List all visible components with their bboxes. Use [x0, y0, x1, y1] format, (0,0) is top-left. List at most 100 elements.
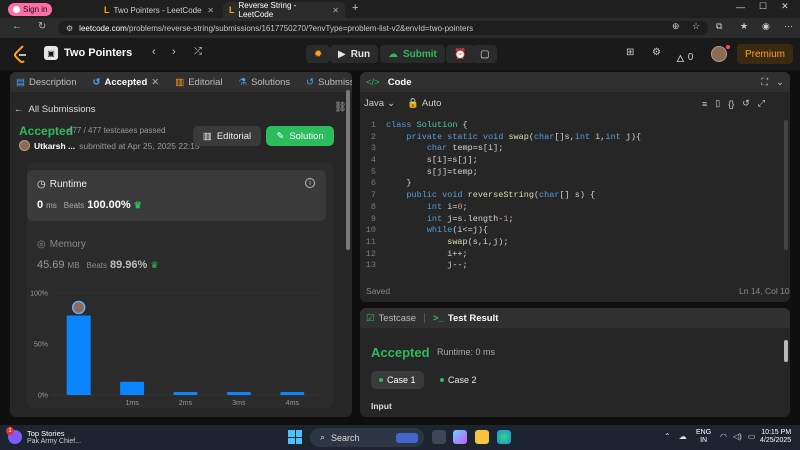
sign-in-button[interactable]: Sign in — [8, 3, 53, 16]
task-view-icon[interactable] — [432, 430, 446, 444]
author-avatar[interactable] — [19, 140, 30, 151]
close-window-icon[interactable]: ✕ — [781, 1, 789, 12]
user-avatar[interactable] — [711, 46, 727, 62]
editor-scrollbar[interactable] — [784, 120, 788, 250]
zoom-icon[interactable]: ⊕ — [672, 21, 680, 32]
layout-grid-icon[interactable]: ⊞ — [626, 47, 634, 58]
tab-testcase[interactable]: ☑ Testcase — [366, 313, 416, 324]
code-line[interactable]: 1 class Solution { — [362, 120, 766, 132]
line-number: 8 — [370, 201, 376, 212]
problem-list-title[interactable]: Two Pointers — [64, 47, 132, 59]
share-link-icon[interactable]: ⛓ — [334, 102, 347, 113]
run-button[interactable]: ▶ Run — [330, 45, 379, 63]
next-problem-icon[interactable]: › — [172, 46, 176, 58]
taskbar-clock[interactable]: 10:15 PM 4/25/2025 — [760, 429, 791, 445]
collapse-panel-icon[interactable]: ⌄ — [776, 77, 784, 88]
timer-button[interactable]: ⏰ — [446, 45, 475, 63]
code-line[interactable]: 5 s[j]=temp; — [362, 167, 766, 179]
language-indicator[interactable]: ENG IN — [696, 429, 711, 445]
author-name[interactable]: Utkarsh ... — [34, 141, 75, 151]
braces-icon[interactable]: {} — [728, 99, 734, 109]
code-line[interactable]: 6 } — [362, 178, 766, 190]
profile-avatar-icon[interactable]: ◉ — [762, 21, 770, 32]
language-select[interactable]: Java ⌄ — [364, 98, 395, 109]
battery-icon[interactable]: ▭ — [748, 432, 756, 441]
code-line[interactable]: 10 while(i<=j){ — [362, 225, 766, 237]
shuffle-icon[interactable]: ⤮ — [194, 46, 202, 57]
news-widget[interactable]: 1 Top Stories Pak Army Chief... — [6, 427, 81, 445]
terminal-icon: >_ — [433, 312, 444, 324]
submit-button[interactable]: ☁ Submit — [380, 45, 445, 63]
prev-problem-icon[interactable]: ‹ — [152, 46, 156, 58]
format-icon[interactable]: ≡ — [702, 99, 707, 109]
menu-icon[interactable]: ⋯ — [784, 21, 793, 32]
result-scrollbar[interactable] — [784, 340, 788, 362]
close-tab-icon[interactable]: ✕ — [207, 6, 214, 15]
browser-tab-two-pointers[interactable]: L Two Pointers - LeetCode ✕ — [98, 2, 220, 18]
copilot-icon[interactable] — [453, 430, 467, 444]
premium-button[interactable]: Premium — [737, 44, 794, 64]
favorites-icon[interactable]: ★ — [740, 21, 748, 32]
maximize-icon[interactable]: ☐ — [759, 1, 767, 12]
tab-editorial[interactable]: ▥ Editorial — [175, 77, 222, 88]
code-line[interactable]: 3 char temp=s[i]; — [362, 143, 766, 155]
cloud-icon[interactable]: ☁ — [679, 432, 687, 441]
file-explorer-icon[interactable] — [475, 430, 489, 444]
tab-accepted[interactable]: ↺ Accepted ✕ — [93, 77, 160, 88]
back-icon[interactable]: ← — [12, 21, 22, 32]
bookmark-icon[interactable]: ☆ — [692, 21, 700, 32]
volume-icon[interactable]: ◁) — [733, 432, 742, 441]
settings-gear-icon[interactable]: ⚙ — [652, 47, 661, 58]
streak-counter[interactable]: 🜂 0 — [676, 47, 693, 68]
wifi-icon[interactable]: ◠ — [720, 432, 727, 441]
close-tab-icon[interactable]: ✕ — [151, 77, 159, 88]
code-line[interactable]: 7 public void reverseString(char[] s) { — [362, 190, 766, 202]
code-line[interactable]: 11 swap(s,i,j); — [362, 237, 766, 249]
editorial-button[interactable]: ▥ Editorial — [193, 126, 261, 146]
site-info-icon[interactable]: ⚙ — [66, 24, 73, 33]
new-tab-button[interactable]: + — [352, 2, 358, 14]
reset-icon[interactable]: ↺ — [742, 98, 750, 109]
memory-label[interactable]: ◎ Memory — [37, 239, 86, 250]
taskbar-search[interactable]: ⌕ Search — [310, 428, 424, 447]
tab-test-result[interactable]: >_ Test Result — [433, 313, 498, 324]
solution-button[interactable]: ✎ Solution — [266, 126, 334, 146]
code-text: char temp=s[i]; — [426, 143, 504, 154]
code-line[interactable]: 8 int i=0; — [362, 202, 766, 214]
info-icon[interactable]: i — [305, 178, 315, 188]
close-tab-icon[interactable]: ✕ — [332, 6, 339, 15]
code-line[interactable]: 2 private static void swap(char[]s,int i… — [362, 132, 766, 144]
cloud-upload-icon: ☁ — [388, 48, 398, 60]
browser-tab-reverse-string[interactable]: L Reverse String - LeetCode ✕ — [223, 1, 345, 19]
expand-icon[interactable]: ⤢ — [758, 98, 765, 109]
code-line[interactable]: 13 j--; — [362, 260, 766, 272]
case-2-tab[interactable]: Case 2 — [432, 371, 485, 389]
code-line[interactable]: 4 s[i]=s[j]; — [362, 155, 766, 167]
windows-start-icon[interactable] — [288, 430, 302, 444]
left-panel-scrollbar[interactable] — [346, 90, 350, 250]
address-bar[interactable]: ⚙ leetcode.com/problems/reverse-string/s… — [58, 21, 708, 35]
notes-button[interactable]: ▢ — [472, 45, 498, 63]
bookmark-icon[interactable]: ▯ — [715, 98, 720, 109]
edge-browser-icon[interactable] — [497, 430, 511, 444]
problem-list-icon[interactable]: ▣ — [44, 46, 58, 60]
code-line[interactable]: 12 i++; — [362, 249, 766, 261]
code-line[interactable]: 9 int j=s.length-1; — [362, 214, 766, 226]
all-submissions-link[interactable]: ← All Submissions — [14, 104, 96, 115]
extensions-icon[interactable]: ⧉ — [716, 21, 722, 32]
runtime-distribution-chart[interactable]: 100% 50% 0% 1ms 2ms 3ms 4ms — [27, 285, 327, 410]
reload-icon[interactable]: ↻ — [38, 21, 46, 32]
leetcode-logo-icon[interactable] — [14, 45, 28, 63]
tab-description[interactable]: ▤ Description — [16, 77, 77, 88]
autocomplete-toggle[interactable]: 🔒 Auto — [407, 98, 441, 109]
debug-button[interactable]: ✹ — [306, 45, 331, 63]
minimize-icon[interactable]: — — [736, 2, 745, 12]
tab-solutions-label: Solutions — [251, 76, 291, 88]
maximize-panel-icon[interactable]: ⛶ — [761, 77, 768, 88]
tab-submissions[interactable]: ↺ Submissions — [306, 77, 352, 88]
code-area[interactable]: 1 class Solution {2 private static void s… — [362, 120, 766, 272]
tab-solutions[interactable]: ⚗ Solutions — [239, 77, 291, 88]
case-1-tab[interactable]: Case 1 — [371, 371, 424, 389]
runtime-card[interactable] — [27, 170, 326, 221]
chevron-up-icon[interactable]: ⌃ — [664, 432, 671, 441]
